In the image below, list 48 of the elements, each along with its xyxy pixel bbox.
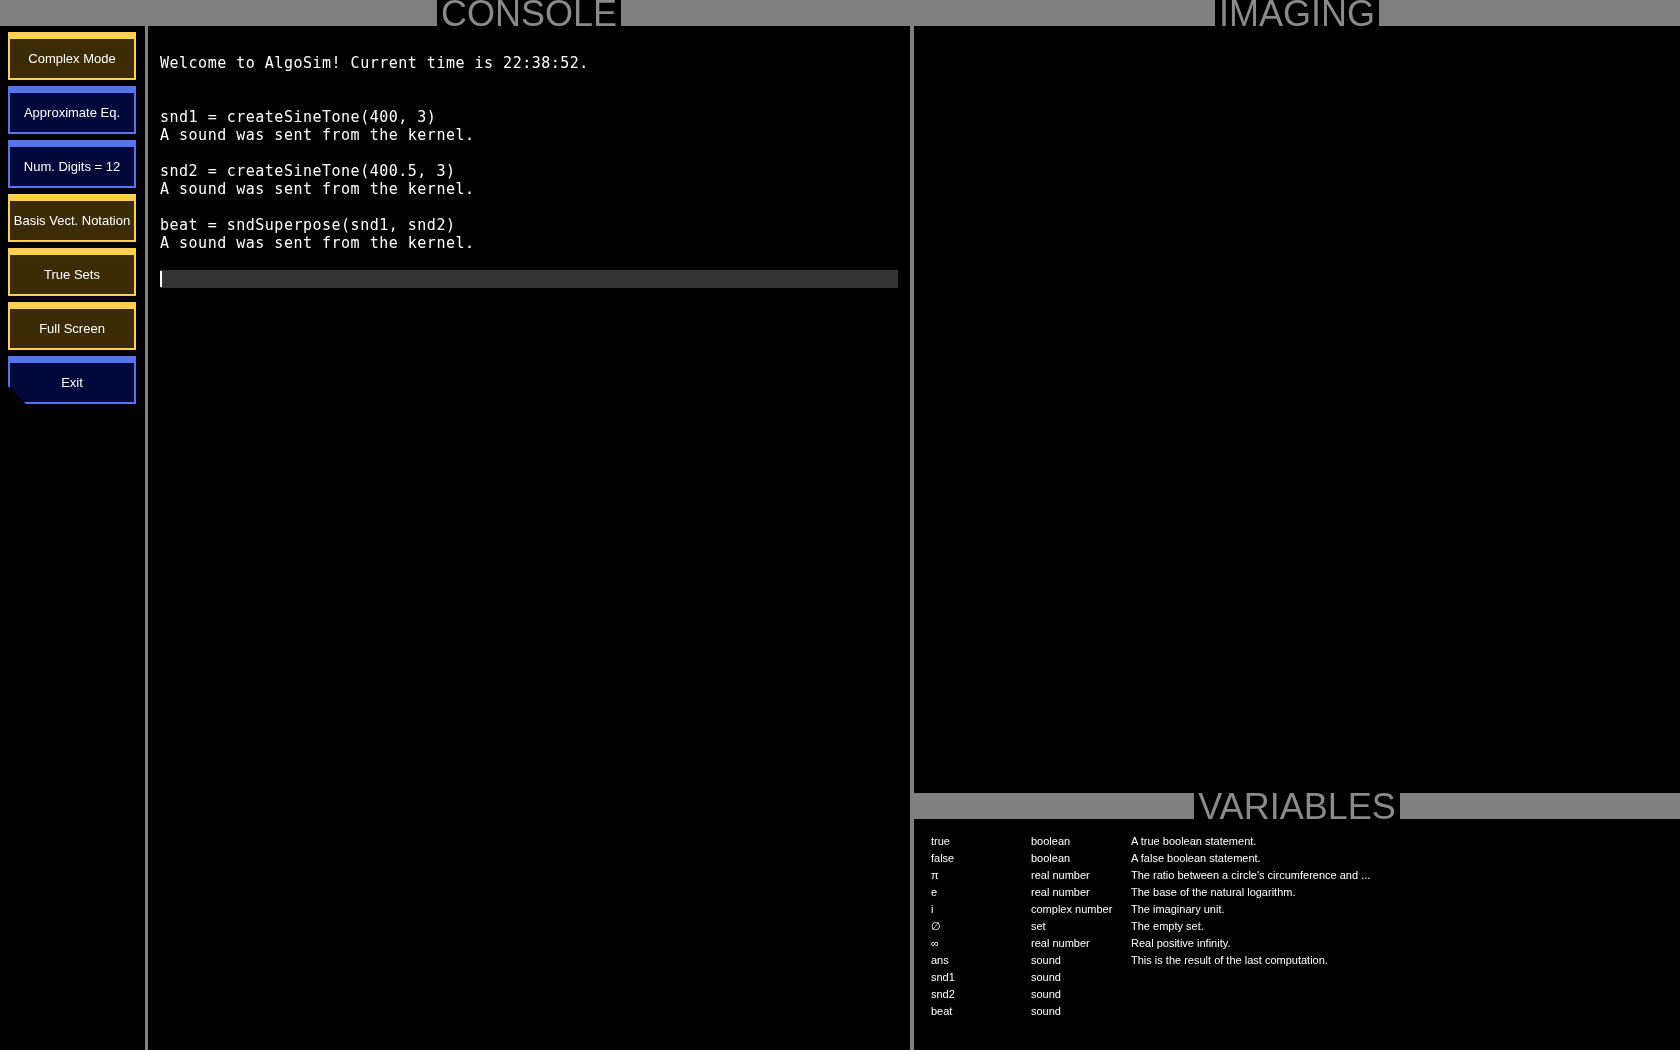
console-output-line: A sound was sent from the kernel. — [160, 126, 476, 144]
toggle-button[interactable]: Complex Mode — [8, 32, 136, 80]
console-line: Welcome to AlgoSim! Current time is 22:38:52. — [160, 54, 590, 72]
variable-name: ans — [931, 953, 950, 968]
variable-description: The empty set. — [1131, 919, 1204, 934]
console-output-line: A sound was sent from the kernel. — [160, 180, 476, 198]
variable-description: The base of the natural logarithm. — [1131, 885, 1296, 900]
variable-description: This is the result of the last computation. — [1131, 953, 1328, 968]
variable-name: snd1 — [931, 970, 956, 985]
variable-type: boolean — [1031, 851, 1072, 866]
variable-name: e — [931, 885, 939, 900]
variable-type: set — [1031, 919, 1047, 934]
variable-type: complex number — [1031, 902, 1114, 917]
toggle-button[interactable]: Full Screen — [8, 302, 136, 350]
console-input-line: snd1 = createSineTone(400, 3) — [160, 108, 438, 126]
variable-name: ∞ — [931, 936, 940, 951]
variable-name: beat — [931, 1004, 954, 1019]
console-output-line: A sound was sent from the kernel. — [160, 234, 476, 252]
panel-title: VARIABLES — [1194, 793, 1400, 819]
exit-button[interactable]: Exit — [8, 356, 136, 404]
variable-name: π — [931, 868, 940, 883]
variable-type: real number — [1031, 936, 1091, 951]
command-input-field[interactable] — [160, 270, 898, 288]
variable-type: real number — [1031, 885, 1091, 900]
variable-name: false — [931, 851, 956, 866]
variable-type: sound — [1031, 970, 1062, 985]
variable-name: i — [931, 902, 935, 917]
variable-type: real number — [1031, 868, 1091, 883]
toggle-button[interactable]: Basis Vect. Notation — [8, 194, 136, 242]
panel-title: IMAGING — [1215, 0, 1379, 26]
toggle-button[interactable]: Num. Digits = 12 — [8, 140, 136, 188]
toggle-button[interactable]: True Sets — [8, 248, 136, 296]
variable-type: sound — [1031, 953, 1062, 968]
toggle-button[interactable]: Approximate Eq. — [8, 86, 136, 134]
variable-description: A true boolean statement. — [1131, 834, 1257, 849]
console-input-line: snd2 = createSineTone(400.5, 3) — [160, 162, 457, 180]
variable-description: Real positive infinity. — [1131, 936, 1231, 951]
variable-description: The ratio between a circle's circumference and ... — [1131, 868, 1371, 883]
variable-type: sound — [1031, 987, 1062, 1002]
variable-type: sound — [1031, 1004, 1062, 1019]
variable-description: The imaginary unit. — [1131, 902, 1225, 917]
panel-title: CONSOLE — [436, 0, 621, 26]
variable-type: boolean — [1031, 834, 1072, 849]
variable-name: true — [931, 834, 951, 849]
console-input-line: beat = sndSuperpose(snd1, snd2) — [160, 216, 457, 234]
variable-name: snd2 — [931, 987, 956, 1002]
variable-description: A false boolean statement. — [1131, 851, 1261, 866]
variable-name: ∅ — [931, 919, 942, 934]
